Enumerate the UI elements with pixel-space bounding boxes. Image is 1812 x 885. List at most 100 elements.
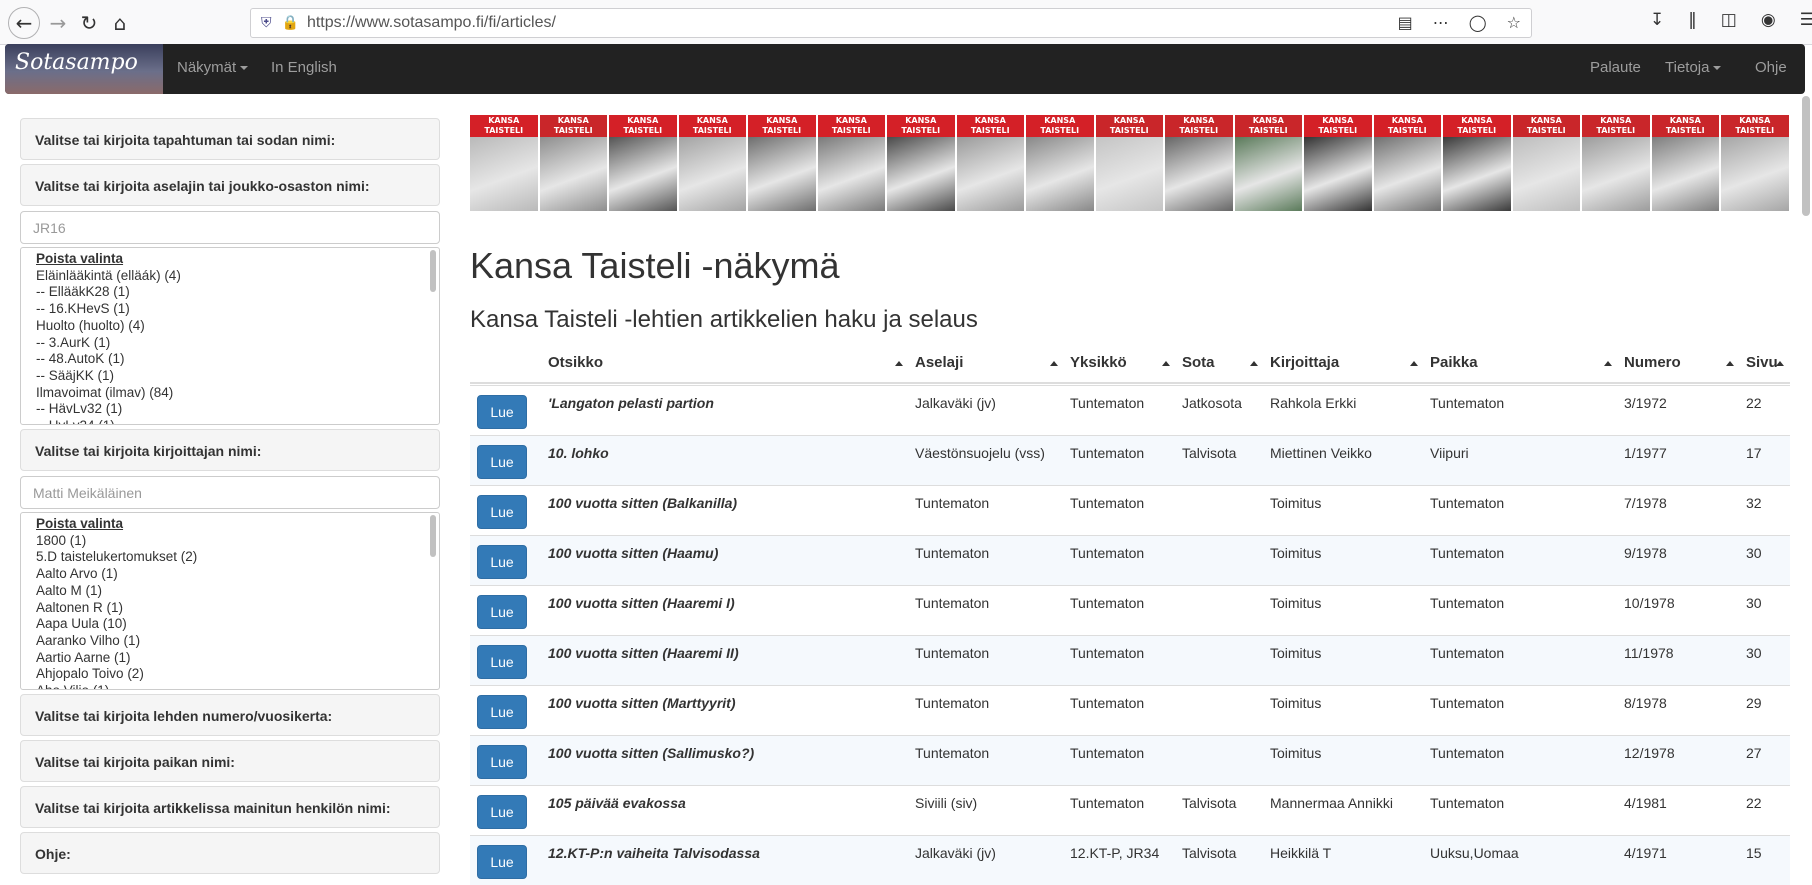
sort-icon[interactable] bbox=[1604, 361, 1612, 366]
sidebar-icon[interactable]: ◫ bbox=[1721, 10, 1737, 30]
list-option[interactable]: Eläinlääkintä (elläák) (4) bbox=[36, 268, 439, 285]
article-title[interactable]: 'Langaton pelasti partion bbox=[548, 395, 714, 411]
url-text[interactable]: https://www.sotasampo.fi/fi/articles/ bbox=[307, 14, 556, 32]
read-button[interactable]: Lue bbox=[477, 395, 527, 429]
list-option[interactable]: -- 48.AutoK (1) bbox=[36, 351, 439, 368]
forward-icon[interactable]: → bbox=[43, 8, 73, 38]
unit-filter-panel[interactable]: Valitse tai kirjoita aselajin tai joukko… bbox=[20, 164, 440, 206]
scrollbar[interactable] bbox=[430, 515, 436, 557]
read-button[interactable]: Lue bbox=[477, 845, 527, 879]
reader-icon[interactable]: ▤ bbox=[1398, 13, 1413, 32]
article-title[interactable]: 10. lohko bbox=[548, 445, 609, 461]
event-filter-panel[interactable]: Valitse tai kirjoita tapahtuman tai soda… bbox=[20, 118, 440, 160]
read-button[interactable]: Lue bbox=[477, 595, 527, 629]
column-header[interactable]: Paikka bbox=[1430, 354, 1478, 371]
pocket-icon[interactable]: ◯ bbox=[1469, 13, 1487, 32]
lock-icon[interactable]: 🔒 bbox=[282, 15, 299, 31]
list-option[interactable]: -- HävLv32 (1) bbox=[36, 401, 439, 418]
table-cell: Heikkilä T bbox=[1270, 845, 1332, 861]
unit-select-list[interactable]: Poista valinta Eläinlääkintä (elläák) (4)… bbox=[20, 247, 440, 425]
sort-icon[interactable] bbox=[1050, 361, 1058, 366]
sort-icon[interactable] bbox=[1410, 361, 1418, 366]
cover-masthead: KANSA TAISTELI bbox=[609, 115, 677, 137]
article-title[interactable]: 105 päivää evakossa bbox=[548, 795, 686, 811]
reload-icon[interactable]: ↻ bbox=[74, 8, 104, 38]
article-title[interactable]: 100 vuotta sitten (Haaremi II) bbox=[548, 645, 739, 661]
list-option[interactable]: 1800 (1) bbox=[36, 533, 439, 550]
author-select-list[interactable]: Poista valinta 1800 (1) 5.D taistelukertom… bbox=[20, 512, 440, 690]
read-button[interactable]: Lue bbox=[477, 495, 527, 529]
library-icon[interactable]: ‖ bbox=[1688, 10, 1697, 30]
page-scrollbar[interactable] bbox=[1802, 96, 1810, 216]
sort-icon[interactable] bbox=[1250, 361, 1258, 366]
person-filter-panel[interactable]: Valitse tai kirjoita artikkelissa mainit… bbox=[20, 786, 440, 828]
column-header[interactable]: Aselaji bbox=[915, 354, 963, 371]
list-option[interactable]: Aalto M (1) bbox=[36, 583, 439, 600]
article-title[interactable]: 100 vuotta sitten (Haamu) bbox=[548, 545, 718, 561]
column-header[interactable]: Sivu bbox=[1746, 354, 1778, 371]
menu-icon[interactable]: ☰ bbox=[1800, 10, 1812, 30]
list-option[interactable]: -- SääjKK (1) bbox=[36, 368, 439, 385]
sort-icon[interactable] bbox=[895, 361, 903, 366]
list-option[interactable]: Aalto Arvo (1) bbox=[36, 566, 439, 583]
author-search-input[interactable]: Matti Meikäläinen bbox=[20, 476, 440, 509]
help-panel[interactable]: Ohje: bbox=[20, 832, 440, 874]
list-option[interactable]: Aapa Uula (10) bbox=[36, 616, 439, 633]
account-icon[interactable]: ◉ bbox=[1761, 10, 1776, 30]
table-cell: Tuntematon bbox=[1070, 745, 1145, 761]
brand-logo[interactable]: Sotasampo bbox=[5, 44, 163, 94]
list-option[interactable]: Aaltonen R (1) bbox=[36, 600, 439, 617]
list-option[interactable]: Ilmavoimat (ilmav) (84) bbox=[36, 385, 439, 402]
article-title[interactable]: 100 vuotta sitten (Marttyyrit) bbox=[548, 695, 735, 711]
column-header[interactable]: Numero bbox=[1624, 354, 1681, 371]
list-option[interactable]: -- 3.AurK (1) bbox=[36, 335, 439, 352]
shield-icon[interactable]: ⛨ bbox=[261, 15, 272, 31]
list-option[interactable]: -- HvLv24 (1) bbox=[36, 418, 439, 424]
nav-english-link[interactable]: In English bbox=[271, 59, 337, 76]
scrollbar[interactable] bbox=[430, 250, 436, 292]
read-button[interactable]: Lue bbox=[477, 445, 527, 479]
list-option[interactable]: Aho Viljo (1) bbox=[36, 683, 439, 689]
star-icon[interactable]: ☆ bbox=[1507, 13, 1521, 32]
clear-selection-link[interactable]: Poista valinta bbox=[36, 516, 439, 533]
article-title[interactable]: 100 vuotta sitten (Balkanilla) bbox=[548, 495, 737, 511]
unit-search-input[interactable]: JR16 bbox=[20, 211, 440, 244]
home-icon[interactable]: ⌂ bbox=[105, 8, 135, 38]
list-option[interactable]: 5.D taistelukertomukset (2) bbox=[36, 549, 439, 566]
list-option[interactable]: -- EllääkK28 (1) bbox=[36, 284, 439, 301]
column-header[interactable]: Sota bbox=[1182, 354, 1215, 371]
sort-icon[interactable] bbox=[1726, 361, 1734, 366]
place-filter-panel[interactable]: Valitse tai kirjoita paikan nimi: bbox=[20, 740, 440, 782]
list-option[interactable]: Aartio Aarne (1) bbox=[36, 650, 439, 667]
list-option[interactable]: Aaranko Vilho (1) bbox=[36, 633, 439, 650]
back-icon[interactable]: ← bbox=[8, 7, 40, 39]
column-header[interactable]: Otsikko bbox=[548, 354, 603, 371]
author-filter-panel[interactable]: Valitse tai kirjoita kirjoittajan nimi: bbox=[20, 429, 440, 471]
article-title[interactable]: 12.KT-P:n vaiheita Talvisodassa bbox=[548, 845, 760, 861]
table-header: Otsikko Aselaji Yksikkö Sota Kirjoittaja Paik… bbox=[470, 348, 1790, 384]
list-option[interactable]: Huolto (huolto) (4) bbox=[36, 318, 439, 335]
article-title[interactable]: 100 vuotta sitten (Sallimusko?) bbox=[548, 745, 754, 761]
sort-icon[interactable] bbox=[1162, 361, 1170, 366]
read-button[interactable]: Lue bbox=[477, 795, 527, 829]
address-bar[interactable]: ⛨ 🔒 https://www.sotasampo.fi/fi/articles… bbox=[250, 8, 1532, 38]
read-button[interactable]: Lue bbox=[477, 645, 527, 679]
clear-selection-link[interactable]: Poista valinta bbox=[36, 251, 439, 268]
article-title[interactable]: 100 vuotta sitten (Haaremi I) bbox=[548, 595, 735, 611]
download-icon[interactable]: ↧ bbox=[1650, 10, 1664, 30]
list-option[interactable]: -- 16.KHevS (1) bbox=[36, 301, 439, 318]
nav-feedback-link[interactable]: Palaute bbox=[1590, 59, 1641, 76]
nav-info-dropdown[interactable]: Tietoja bbox=[1665, 59, 1722, 76]
more-icon[interactable]: ⋯ bbox=[1433, 13, 1449, 32]
nav-help-link[interactable]: Ohje bbox=[1755, 59, 1787, 76]
column-header[interactable]: Yksikkö bbox=[1070, 354, 1127, 371]
read-button[interactable]: Lue bbox=[477, 695, 527, 729]
sort-icon[interactable] bbox=[1776, 361, 1784, 366]
issue-filter-panel[interactable]: Valitse tai kirjoita lehden numero/vuosi… bbox=[20, 694, 440, 736]
read-button[interactable]: Lue bbox=[477, 745, 527, 779]
read-button[interactable]: Lue bbox=[477, 545, 527, 579]
column-header[interactable]: Kirjoittaja bbox=[1270, 354, 1339, 371]
cover-photo bbox=[1721, 137, 1789, 211]
nav-views-dropdown[interactable]: Näkymät bbox=[177, 59, 249, 76]
list-option[interactable]: Ahjopalo Toivo (2) bbox=[36, 666, 439, 683]
